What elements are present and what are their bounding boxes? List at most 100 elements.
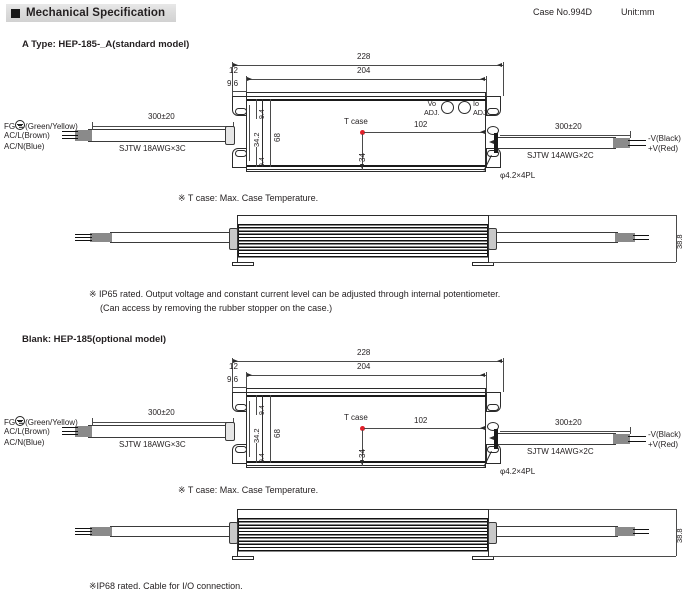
io-adj-text: ADJ. — [473, 108, 489, 117]
input-cable-spec-a: SJTW 18AWG×3C — [119, 144, 186, 153]
fg-color-text-b: (Green/Yellow) — [25, 418, 78, 427]
input-cable-length-a: 300±20 — [148, 112, 175, 121]
dim-height-a: 38.8 — [675, 234, 684, 249]
io-adjust-hole-a[interactable] — [458, 101, 471, 114]
output-cable-spec-b: SJTW 14AWG×2C — [527, 447, 594, 456]
fg-text-b: FG — [4, 418, 16, 427]
ext-line-388-top-b — [489, 509, 676, 510]
mount-hole-top-left-b — [235, 404, 247, 411]
dim-line-342-b — [249, 401, 250, 457]
dim-line-94-bot-b — [256, 443, 257, 463]
heatsink-fins-b — [238, 518, 488, 551]
dim-pitch-bottom-a: 9.4 — [259, 157, 266, 167]
dim-line-204-a — [246, 79, 486, 80]
page-title: Mechanical Specification — [26, 7, 166, 19]
dim-overall-length-a: 228 — [357, 52, 371, 61]
side-input-sheath-b — [90, 527, 112, 536]
ext-line-204-right-b — [486, 372, 487, 392]
input-conductor-3-b — [62, 434, 78, 436]
output-wire-label-neg-b: -V(Black) — [648, 430, 681, 439]
dim-line-102-b — [364, 428, 486, 429]
case-rail-bot2-a — [246, 165, 486, 167]
case-rail-bot2-b — [246, 461, 486, 463]
side-input-cond-3-b — [75, 534, 92, 536]
arrow-228-right-b — [497, 358, 502, 363]
input-conductor-1-a — [62, 131, 78, 133]
side-foot-left-a — [232, 262, 254, 266]
output-conductor-2-b — [628, 441, 646, 443]
dim-tcase-x-a: 102 — [414, 120, 428, 129]
dim-bracket-offset-b: 9.6 — [227, 375, 239, 384]
input-cable-gland-b — [225, 422, 235, 441]
case-rail-top2-b — [246, 395, 486, 397]
dim-pitch-bottom-b: 9.4 — [259, 453, 266, 463]
mount-hole-callout-b: φ4.2×4PL — [500, 467, 536, 476]
side-gland-left-b — [229, 522, 238, 544]
side-output-cond-1-a — [633, 234, 649, 236]
side-input-cond-1-a — [75, 234, 92, 236]
side-output-cond-2-a — [633, 239, 649, 241]
input-wire-label-fg-a: FG (Green/Yellow) — [4, 120, 78, 131]
dim-pitch-top-a: 9.4 — [259, 109, 266, 119]
arrow-204-left-a — [247, 76, 252, 81]
dim-line-68-b — [270, 395, 271, 463]
input-wire-label-n-b: AC/N(Blue) — [4, 438, 45, 447]
dim-line-12-a — [232, 91, 246, 92]
ext-line-228-right-b — [503, 358, 504, 392]
input-cable-gland-a — [225, 126, 235, 145]
tcase-label-b: T case — [344, 413, 368, 422]
dim-line-output-len-a — [500, 135, 630, 136]
arrow-102-b — [480, 425, 485, 430]
input-wire-label-l-b: AC/L(Brown) — [4, 427, 50, 436]
dim-tcase-y-a: 34 — [358, 153, 367, 162]
dim-line-input-len-b — [92, 422, 233, 423]
unit-label: Unit:mm — [621, 7, 655, 17]
mount-hole-bottom-left-b — [235, 446, 247, 453]
vo-adj-text: ADJ. — [424, 108, 440, 117]
dim-line-68-a — [270, 99, 271, 167]
case-rail-top1-b — [246, 392, 486, 393]
dim-line-204-b — [246, 375, 486, 376]
model-heading-b: Blank: HEP-185(optional model) — [22, 334, 167, 345]
output-conductor-2-a — [628, 145, 646, 147]
earth-ground-icon — [15, 120, 26, 130]
black-square-icon — [11, 8, 20, 18]
tcase-label-a: T case — [344, 117, 368, 126]
arrow-output-gland-b — [489, 436, 494, 440]
case-rail-bot1-b — [246, 465, 486, 466]
dim-end-offset-b: 12 — [229, 362, 238, 371]
input-conductor-3-a — [62, 138, 78, 140]
arrow-34-b — [359, 460, 364, 465]
ext-line-388-bot-b — [489, 556, 676, 557]
dim-height-b: 38.8 — [675, 528, 684, 543]
output-cable-length-a: 300±20 — [555, 122, 582, 131]
dim-line-94-top-b — [256, 395, 257, 415]
dim-inner-width-a: 34.2 — [252, 132, 261, 147]
model-heading-a: A Type: HEP-185-_A(standard model) — [22, 39, 190, 50]
output-cable-gland-b — [494, 429, 498, 449]
dim-tcase-x-b: 102 — [414, 416, 428, 425]
ext-line-388-top-a — [489, 215, 676, 216]
mount-hole-callout-a: φ4.2×4PL — [500, 171, 536, 180]
side-output-cond-1-b — [633, 528, 649, 530]
side-input-cable-a — [110, 232, 230, 243]
dim-line-94-bot-a — [256, 147, 257, 167]
section-header-bar: Mechanical Specification — [6, 4, 176, 22]
ext-output-len-right-a — [630, 131, 631, 138]
input-wire-label-l-a: AC/L(Brown) — [4, 131, 50, 140]
ext-line-204-right-a — [486, 76, 487, 96]
dim-line-342-a — [249, 105, 250, 161]
heatsink-fins-a — [238, 224, 488, 257]
mount-hole-top-right-b — [487, 404, 499, 411]
dim-line-input-len-a — [92, 126, 233, 127]
ip-rating-note-b: ※IP68 rated. Cable for I/O connection. — [89, 581, 243, 591]
side-input-cond-2-b — [75, 531, 92, 533]
arrow-204-right-a — [480, 76, 485, 81]
vo-adjust-hole-a[interactable] — [441, 101, 454, 114]
dim-tcase-y-b: 34 — [358, 449, 367, 458]
dim-line-102-a — [364, 132, 486, 133]
tcase-note-b: ※ T case: Max. Case Temperature. — [178, 485, 319, 495]
input-conductor-1-b — [62, 427, 78, 429]
side-input-cable-b — [110, 526, 230, 537]
io-adj-label-a: Io ADJ. — [473, 99, 489, 117]
